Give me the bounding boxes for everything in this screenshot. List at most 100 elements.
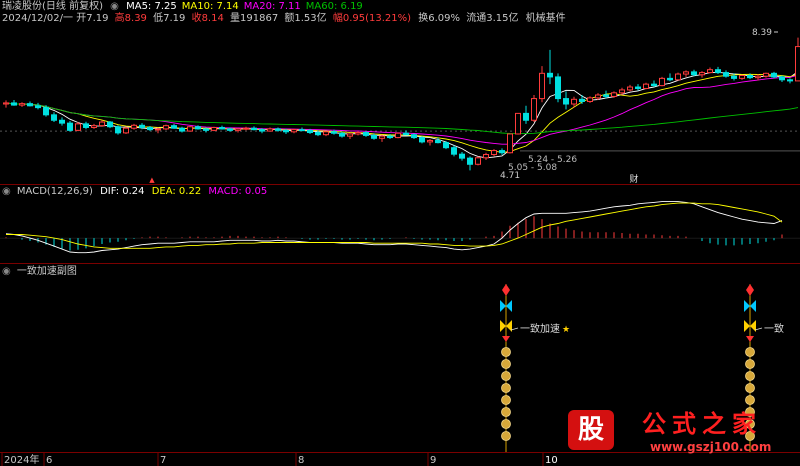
- candle-body: [667, 77, 673, 81]
- signal-coin: [745, 359, 755, 369]
- signal-top-marker: [502, 284, 510, 296]
- candle-body: [139, 124, 145, 128]
- candle-body: [451, 147, 457, 155]
- signal-coin: [501, 383, 511, 393]
- candle-body: [59, 119, 65, 124]
- x-axis-label: 2024年: [4, 453, 39, 466]
- x-axis-label: 7: [160, 455, 166, 466]
- signal-red-marker: [746, 336, 754, 342]
- candle-body: [219, 126, 225, 130]
- signal-coin: [501, 371, 511, 381]
- candle-body: [715, 69, 721, 74]
- candle-body: [331, 131, 337, 134]
- candle-body: [579, 98, 585, 102]
- x-axis-label: 8: [298, 455, 304, 466]
- ma10-line: [5, 73, 799, 153]
- candle-body: [211, 126, 217, 131]
- candle-body: [371, 134, 377, 139]
- candle-body: [43, 107, 49, 116]
- candle-body: [187, 126, 193, 132]
- signal-red-marker: [502, 336, 510, 342]
- candle-body: [299, 129, 305, 132]
- candle-body: [243, 127, 249, 130]
- candle-body: [315, 132, 321, 136]
- candle-body: [427, 139, 433, 143]
- candle-body: [379, 135, 385, 139]
- candle-body: [515, 112, 521, 135]
- candle-body: [779, 76, 785, 81]
- dea-line: [6, 202, 783, 249]
- candle-body: [739, 74, 745, 79]
- x-axis-label: 10: [545, 455, 558, 466]
- candle-body: [91, 125, 97, 128]
- candle-body: [483, 154, 489, 159]
- candle-body: [131, 124, 137, 129]
- signal-coin: [501, 359, 511, 369]
- candle-body: [347, 133, 353, 137]
- max-price-label: 8.39: [752, 28, 772, 38]
- candle-body: [475, 157, 481, 165]
- candle-body: [395, 132, 401, 139]
- candle-body: [547, 72, 553, 78]
- candle-body: [595, 94, 601, 99]
- candle-body: [203, 128, 209, 131]
- candle-body: [67, 122, 73, 131]
- candle-body: [459, 153, 465, 159]
- candle-body: [467, 157, 473, 165]
- candle-body: [323, 131, 329, 136]
- candle-body: [747, 74, 753, 79]
- candle-body: [307, 129, 313, 134]
- candle-body: [787, 79, 793, 82]
- candle-body: [587, 97, 593, 102]
- candle-body: [411, 134, 417, 139]
- candle-body: [51, 114, 57, 121]
- candle-body: [755, 75, 761, 79]
- candle-body: [691, 71, 697, 76]
- candle-body: [235, 128, 241, 131]
- candle-body: [611, 92, 617, 97]
- candle-body: [683, 71, 689, 75]
- dif-line: [5, 201, 783, 254]
- candle-body: [563, 98, 569, 105]
- candle-body: [75, 123, 81, 131]
- range-label-b: 5.05 - 5.08: [508, 163, 557, 173]
- candle-body: [771, 72, 777, 78]
- watermark: 股 公式之家 www.gszj100.com: [558, 408, 788, 456]
- candle-body: [123, 127, 129, 134]
- candle-body: [707, 69, 713, 74]
- watermark-url: www.gszj100.com: [650, 440, 772, 454]
- candle-body: [795, 46, 800, 82]
- candle-body: [659, 77, 665, 87]
- candle-body: [499, 150, 505, 154]
- candle-body: [539, 72, 545, 100]
- candle-body: [99, 121, 105, 127]
- candle-body: [147, 126, 153, 131]
- event-marker: ▲: [149, 176, 155, 184]
- signal-coin: [745, 371, 755, 381]
- watermark-logo: 股: [568, 410, 614, 450]
- signal-coin: [501, 407, 511, 417]
- candle-body: [363, 132, 369, 136]
- candle-body: [195, 126, 201, 130]
- x-axis-label: 9: [430, 455, 436, 466]
- candle-body: [531, 98, 537, 121]
- signal-coin: [501, 347, 511, 357]
- candle-body: [763, 72, 769, 77]
- candle-body: [275, 128, 281, 131]
- signal-coin: [745, 383, 755, 393]
- candle-body: [107, 121, 113, 128]
- candle-body: [387, 135, 393, 139]
- signal-label: 一致: [764, 322, 784, 335]
- candle-body: [11, 102, 17, 106]
- candle-body: [731, 75, 737, 79]
- candle-body: [163, 125, 169, 130]
- signal-pointer: [510, 327, 519, 331]
- candle-body: [283, 129, 289, 133]
- chart-canvas[interactable]: 8.394.715.24 - 5.265.05 - 5.08财▲一致加速 ★ 一致2…: [0, 0, 800, 466]
- candle-body: [251, 127, 257, 131]
- candle-body: [571, 98, 577, 105]
- candle-body: [403, 132, 409, 136]
- candle-body: [723, 72, 729, 77]
- candle-body: [3, 102, 9, 105]
- candle-body: [419, 137, 425, 143]
